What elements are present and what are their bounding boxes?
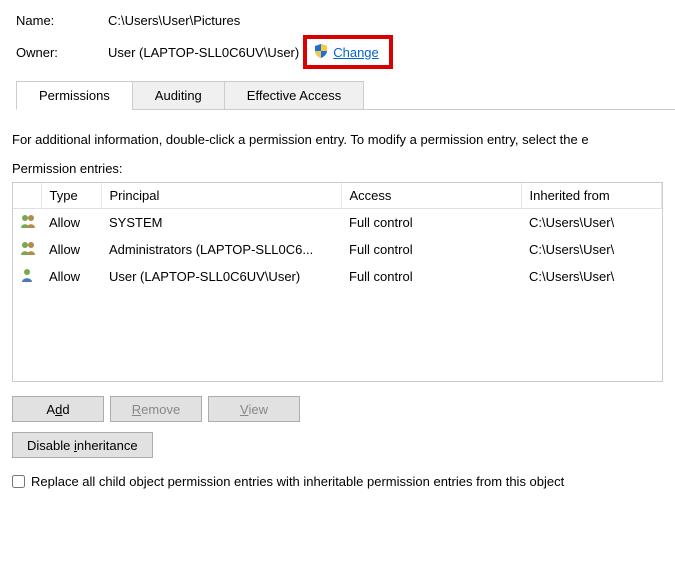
cell-principal: Administrators (LAPTOP-SLL0C6... <box>101 236 341 263</box>
table-row[interactable]: AllowAdministrators (LAPTOP-SLL0C6...Ful… <box>13 236 662 263</box>
owner-value: User (LAPTOP-SLL0C6UV\User) <box>108 45 299 60</box>
replace-all-checkbox[interactable] <box>12 475 25 488</box>
table-row[interactable]: AllowSYSTEMFull controlC:\Users\User\ <box>13 209 662 237</box>
user-icon <box>19 267 35 286</box>
disable-inheritance-button[interactable]: Disable inheritance <box>12 432 153 458</box>
col-principal[interactable]: Principal <box>101 183 341 209</box>
name-value: C:\Users\User\Pictures <box>108 13 240 28</box>
cell-access: Full control <box>341 263 521 290</box>
cell-inherited: C:\Users\User\ <box>521 236 662 263</box>
owner-label: Owner: <box>16 45 108 60</box>
cell-inherited: C:\Users\User\ <box>521 263 662 290</box>
remove-button[interactable]: Remove <box>110 396 202 422</box>
tab-effective-access[interactable]: Effective Access <box>224 81 364 110</box>
table-row[interactable]: AllowUser (LAPTOP-SLL0C6UV\User)Full con… <box>13 263 662 290</box>
change-owner-highlight: Change <box>303 35 393 69</box>
group-icon <box>19 240 37 259</box>
shield-icon <box>313 43 329 62</box>
tab-auditing[interactable]: Auditing <box>132 81 225 110</box>
cell-inherited: C:\Users\User\ <box>521 209 662 237</box>
group-icon <box>19 213 37 232</box>
name-label: Name: <box>16 13 108 28</box>
col-type[interactable]: Type <box>41 183 101 209</box>
col-access[interactable]: Access <box>341 183 521 209</box>
description-text: For additional information, double-click… <box>0 110 675 147</box>
change-owner-link[interactable]: Change <box>333 45 379 60</box>
permissions-grid[interactable]: Type Principal Access Inherited from All… <box>12 182 663 382</box>
cell-principal: User (LAPTOP-SLL0C6UV\User) <box>101 263 341 290</box>
cell-type: Allow <box>41 263 101 290</box>
entries-label: Permission entries: <box>0 147 675 182</box>
cell-type: Allow <box>41 236 101 263</box>
cell-type: Allow <box>41 209 101 237</box>
cell-principal: SYSTEM <box>101 209 341 237</box>
col-icon[interactable] <box>13 183 41 209</box>
cell-access: Full control <box>341 209 521 237</box>
replace-all-label[interactable]: Replace all child object permission entr… <box>31 474 564 489</box>
view-button[interactable]: View <box>208 396 300 422</box>
cell-access: Full control <box>341 236 521 263</box>
tab-permissions[interactable]: Permissions <box>16 81 133 110</box>
col-inherited[interactable]: Inherited from <box>521 183 662 209</box>
add-button[interactable]: Add <box>12 396 104 422</box>
